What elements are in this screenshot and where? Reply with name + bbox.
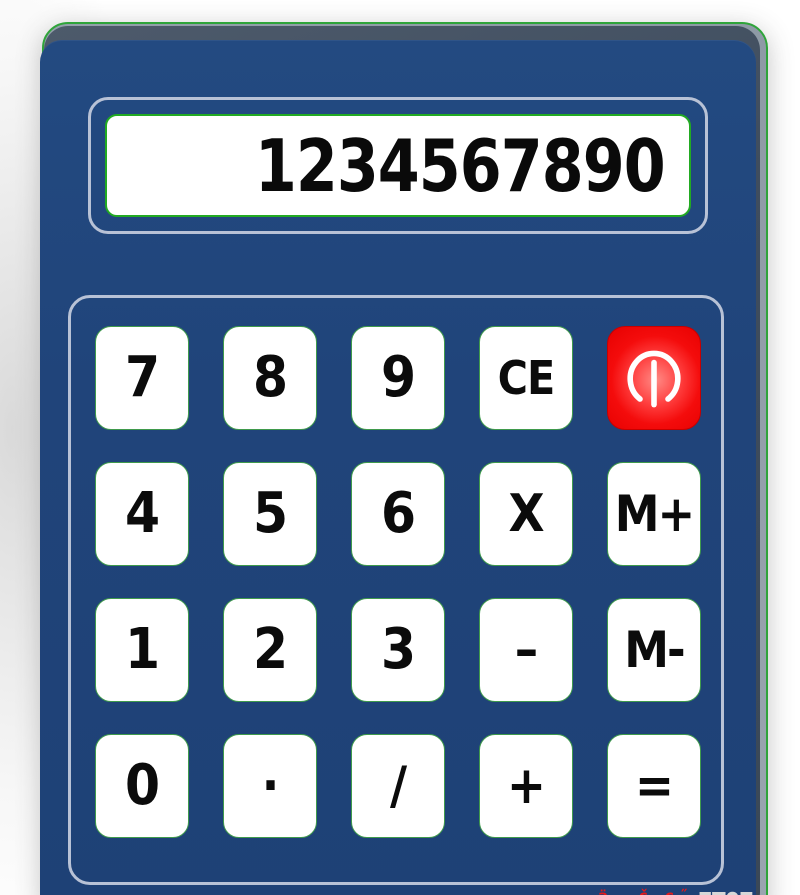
key-label: M+ <box>614 485 695 543</box>
key-equals[interactable]: = <box>607 734 701 838</box>
key-7[interactable]: 7 <box>95 326 189 430</box>
key-label: 0 <box>124 753 160 818</box>
key-power[interactable] <box>607 326 701 430</box>
key-label: · <box>261 756 280 816</box>
key-label: 2 <box>252 617 288 682</box>
key-4[interactable]: 4 <box>95 462 189 566</box>
key-subtract[interactable]: – <box>479 598 573 702</box>
key-label: X <box>508 484 544 544</box>
watermark-text: ä˛ č ç˝ <box>598 889 693 895</box>
key-1[interactable]: 1 <box>95 598 189 702</box>
key-label: + <box>506 756 546 816</box>
key-label: / <box>389 756 407 816</box>
key-label: 7 <box>124 345 160 410</box>
key-2[interactable]: 2 <box>223 598 317 702</box>
key-9[interactable]: 9 <box>351 326 445 430</box>
key-label: = <box>634 756 674 816</box>
key-5[interactable]: 5 <box>223 462 317 566</box>
key-label: CE <box>497 351 556 405</box>
key-label: – <box>514 620 538 680</box>
key-label: 5 <box>252 481 288 546</box>
display-frame: 1234567890 <box>88 97 708 234</box>
key-label: 4 <box>124 481 160 546</box>
key-label: 3 <box>380 617 416 682</box>
key-8[interactable]: 8 <box>223 326 317 430</box>
key-clear-entry[interactable]: CE <box>479 326 573 430</box>
key-label: 8 <box>252 345 288 410</box>
key-multiply[interactable]: X <box>479 462 573 566</box>
key-label: 1 <box>124 617 160 682</box>
key-label: M- <box>624 621 685 679</box>
key-memory-add[interactable]: M+ <box>607 462 701 566</box>
power-icon <box>619 343 689 413</box>
keypad-grid: 7 8 9 CE 4 5 6 X M+ 1 2 3 – M- 0 · / + = <box>95 326 703 838</box>
key-label: 6 <box>380 481 416 546</box>
key-memory-subtract[interactable]: M- <box>607 598 701 702</box>
key-3[interactable]: 3 <box>351 598 445 702</box>
key-6[interactable]: 6 <box>351 462 445 566</box>
watermark: ä˛ č ç˝ ITOE <box>598 889 754 895</box>
watermark-logo: ITOE <box>697 890 754 895</box>
display-screen[interactable]: 1234567890 <box>105 114 691 217</box>
key-0[interactable]: 0 <box>95 734 189 838</box>
key-add[interactable]: + <box>479 734 573 838</box>
calculator-body: 1234567890 7 8 9 CE 4 5 6 X M+ 1 2 3 – M- 0 · / + = ä˛ č ç… <box>40 40 756 895</box>
key-divide[interactable]: / <box>351 734 445 838</box>
keypad-frame: 7 8 9 CE 4 5 6 X M+ 1 2 3 – M- 0 · / + = <box>68 295 724 885</box>
display-value: 1234567890 <box>255 123 666 208</box>
key-label: 9 <box>380 345 416 410</box>
key-decimal-point[interactable]: · <box>223 734 317 838</box>
screenshot-canvas: 1234567890 7 8 9 CE 4 5 6 X M+ 1 2 3 – M- 0 · / + = ä˛ č ç… <box>0 0 800 895</box>
